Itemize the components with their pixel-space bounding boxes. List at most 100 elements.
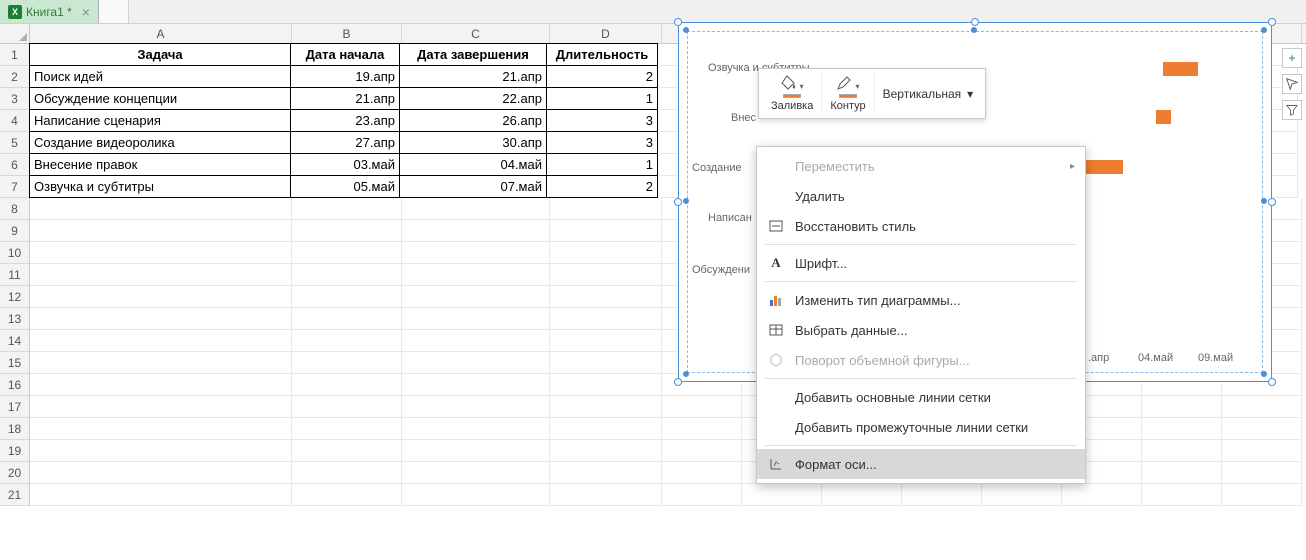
cell[interactable]: 1: [546, 153, 658, 176]
row-header[interactable]: 16: [0, 374, 30, 396]
row-header[interactable]: 21: [0, 484, 30, 506]
cell[interactable]: [292, 242, 402, 264]
cell[interactable]: 27.апр: [290, 131, 400, 154]
cell[interactable]: [402, 352, 550, 374]
menu-item-format-axis[interactable]: Формат оси...: [757, 449, 1085, 479]
cell[interactable]: [292, 462, 402, 484]
cell[interactable]: 03.май: [290, 153, 400, 176]
cell[interactable]: Поиск идей: [29, 65, 291, 88]
cell[interactable]: [1222, 484, 1302, 506]
col-header[interactable]: B: [292, 24, 402, 43]
row-header[interactable]: 2: [0, 66, 30, 88]
cell[interactable]: [402, 198, 550, 220]
cell[interactable]: [550, 418, 662, 440]
resize-handle[interactable]: [674, 198, 682, 206]
cell[interactable]: 05.май: [290, 175, 400, 198]
cell[interactable]: [30, 330, 292, 352]
cell[interactable]: 2: [546, 175, 658, 198]
row-header[interactable]: 20: [0, 462, 30, 484]
cell[interactable]: [292, 440, 402, 462]
cell[interactable]: [30, 242, 292, 264]
cell[interactable]: [1142, 396, 1222, 418]
chart-bar[interactable]: [1083, 160, 1123, 174]
cell[interactable]: [1142, 462, 1222, 484]
menu-item-change-chart-type[interactable]: Изменить тип диаграммы...: [757, 285, 1085, 315]
cell[interactable]: [292, 308, 402, 330]
cell[interactable]: [292, 418, 402, 440]
cell[interactable]: Озвучка и субтитры: [29, 175, 291, 198]
cell[interactable]: [662, 462, 742, 484]
cell[interactable]: [1222, 462, 1302, 484]
cell[interactable]: Внесение правок: [29, 153, 291, 176]
cell[interactable]: [30, 396, 292, 418]
cell[interactable]: [550, 352, 662, 374]
row-header[interactable]: 12: [0, 286, 30, 308]
cell[interactable]: [550, 198, 662, 220]
cell[interactable]: [550, 374, 662, 396]
cell[interactable]: [292, 220, 402, 242]
cell[interactable]: [292, 198, 402, 220]
cell[interactable]: 1: [546, 87, 658, 110]
cell[interactable]: 07.май: [399, 175, 547, 198]
cell[interactable]: 21.апр: [290, 87, 400, 110]
cell[interactable]: [292, 352, 402, 374]
cell[interactable]: [30, 440, 292, 462]
chart-styles-icon[interactable]: [1282, 74, 1302, 94]
row-header[interactable]: 1: [0, 44, 30, 66]
row-header[interactable]: 5: [0, 132, 30, 154]
cell[interactable]: [402, 440, 550, 462]
cell[interactable]: [292, 286, 402, 308]
cell[interactable]: [550, 396, 662, 418]
row-header[interactable]: 10: [0, 242, 30, 264]
cell[interactable]: Дата начала: [290, 43, 400, 66]
col-header[interactable]: C: [402, 24, 550, 43]
chart-add-element-icon[interactable]: +: [1282, 48, 1302, 68]
cell[interactable]: [292, 374, 402, 396]
menu-item-add-minor-gridlines[interactable]: Добавить промежуточные линии сетки: [757, 412, 1085, 442]
row-header[interactable]: 4: [0, 110, 30, 132]
cell[interactable]: [662, 484, 742, 506]
cell[interactable]: [1142, 440, 1222, 462]
cell[interactable]: [902, 484, 982, 506]
col-header[interactable]: D: [550, 24, 662, 43]
cell[interactable]: Обсуждение концепции: [29, 87, 291, 110]
cell[interactable]: [1062, 484, 1142, 506]
menu-item-font[interactable]: A Шрифт...: [757, 248, 1085, 278]
row-header[interactable]: 13: [0, 308, 30, 330]
menu-item-select-data[interactable]: Выбрать данные...: [757, 315, 1085, 345]
cell[interactable]: 22.апр: [399, 87, 547, 110]
cell[interactable]: [550, 220, 662, 242]
cell[interactable]: Создание видеоролика: [29, 131, 291, 154]
cell[interactable]: [982, 484, 1062, 506]
resize-handle[interactable]: [1261, 27, 1267, 33]
row-header[interactable]: 18: [0, 418, 30, 440]
chart-bar[interactable]: [1163, 62, 1198, 76]
cell[interactable]: [30, 484, 292, 506]
resize-handle[interactable]: [1261, 198, 1267, 204]
row-header[interactable]: 8: [0, 198, 30, 220]
resize-handle[interactable]: [674, 378, 682, 386]
cell[interactable]: [402, 462, 550, 484]
resize-handle[interactable]: [1268, 18, 1276, 26]
cell[interactable]: [550, 440, 662, 462]
cell[interactable]: [30, 462, 292, 484]
cell[interactable]: Задача: [29, 43, 291, 66]
cell[interactable]: Длительность: [546, 43, 658, 66]
cell[interactable]: [292, 396, 402, 418]
menu-item-restore-style[interactable]: Восстановить стиль: [757, 211, 1085, 241]
cell[interactable]: [550, 484, 662, 506]
cell[interactable]: [662, 440, 742, 462]
cell[interactable]: 19.апр: [290, 65, 400, 88]
outline-color-button[interactable]: ▾ Контур: [822, 73, 874, 114]
cell[interactable]: [1142, 418, 1222, 440]
cell[interactable]: [822, 484, 902, 506]
row-header[interactable]: 19: [0, 440, 30, 462]
cell[interactable]: [292, 264, 402, 286]
row-header[interactable]: 17: [0, 396, 30, 418]
resize-handle[interactable]: [683, 27, 689, 33]
cell[interactable]: [402, 396, 550, 418]
cell[interactable]: [550, 462, 662, 484]
cell[interactable]: [30, 352, 292, 374]
cell[interactable]: 30.апр: [399, 131, 547, 154]
cell[interactable]: [30, 264, 292, 286]
